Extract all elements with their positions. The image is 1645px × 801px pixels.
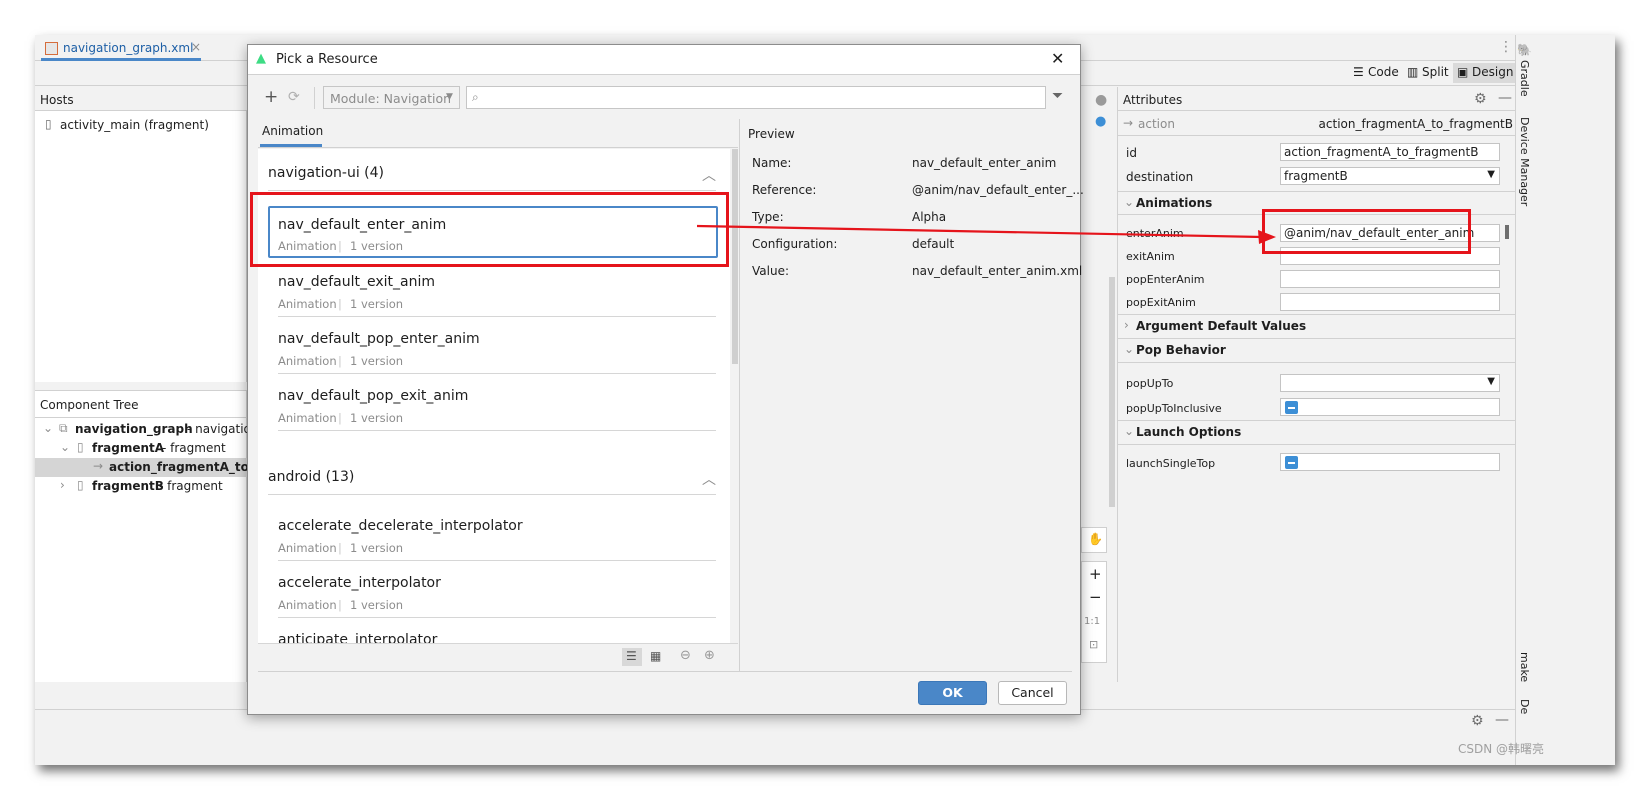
watermark: CSDN @韩曙亮 [1458,742,1545,756]
arrow-line [696,224,1263,239]
arrow-head [1258,230,1276,244]
annotation-arrow [696,224,1276,244]
